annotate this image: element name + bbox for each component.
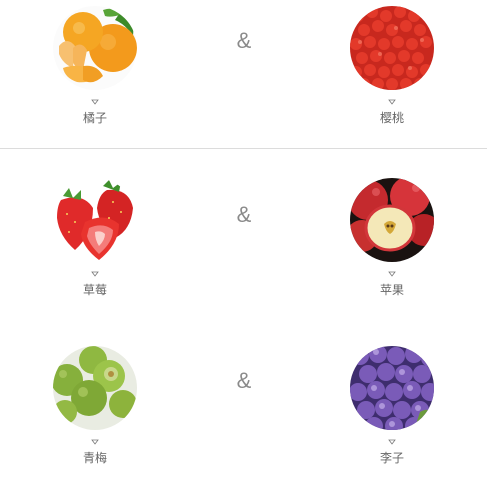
fruit-label: 草莓: [82, 283, 107, 297]
fruit-item-orange[interactable]: 橘子: [45, 6, 145, 126]
chevron-down-icon: [91, 99, 99, 105]
connector-ampersand: &: [236, 368, 252, 393]
fruit-item-cherry[interactable]: 樱桃: [342, 6, 442, 126]
connector-ampersand: &: [236, 202, 252, 227]
fruit-label: 樱桃: [379, 111, 404, 125]
plum-fruit-image: [350, 346, 434, 430]
fruit-label: 橘子: [82, 111, 107, 125]
apple-fruit-image: [350, 178, 434, 262]
pair-row-3: 青梅 & 李子: [0, 318, 487, 468]
chevron-down-icon: [388, 439, 396, 445]
section-divider: [0, 148, 487, 149]
fruit-label: 苹果: [379, 283, 404, 297]
fruit-item-apple[interactable]: 苹果: [342, 178, 442, 298]
fruit-item-plum[interactable]: 李子: [342, 346, 442, 466]
connector-ampersand: &: [236, 28, 252, 53]
chevron-down-icon: [388, 99, 396, 105]
chevron-down-icon: [91, 271, 99, 277]
pair-row-2: 草莓 & 苹果: [0, 150, 487, 300]
chevron-down-icon: [91, 439, 99, 445]
cherry-fruit-image: [350, 6, 434, 90]
orange-fruit-image: [53, 6, 137, 90]
green-plum-fruit-image: [53, 346, 137, 430]
chevron-down-icon: [388, 271, 396, 277]
pair-row-1: 橘子 & 樱桃: [0, 0, 487, 150]
fruit-item-green-plum[interactable]: 青梅: [45, 346, 145, 466]
strawberry-fruit-image: [53, 178, 137, 262]
fruit-label: 李子: [379, 451, 404, 465]
fruit-label: 青梅: [82, 451, 107, 465]
fruit-item-strawberry[interactable]: 草莓: [45, 178, 145, 298]
